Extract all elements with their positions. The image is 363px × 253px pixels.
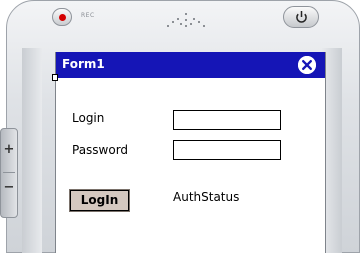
power-icon bbox=[296, 11, 307, 23]
record-button[interactable] bbox=[52, 8, 72, 26]
login-field[interactable] bbox=[173, 110, 281, 130]
volume-up-icon[interactable]: + bbox=[1, 143, 17, 157]
auth-status-label: AuthStatus bbox=[173, 190, 240, 204]
login-label: Login bbox=[72, 111, 105, 125]
window-title-bar: Form1 bbox=[56, 52, 325, 78]
volume-down-icon[interactable]: − bbox=[1, 181, 17, 195]
close-button[interactable] bbox=[298, 56, 316, 74]
close-icon bbox=[298, 56, 316, 74]
pocketpc-emulator: + − REC Form1 Login Password LogIn AuthS… bbox=[0, 0, 363, 253]
record-icon bbox=[59, 14, 66, 21]
speaker-grill-icon bbox=[167, 13, 205, 27]
form-resize-handle[interactable] bbox=[52, 74, 58, 81]
rocker-divider bbox=[3, 172, 15, 173]
password-field[interactable] bbox=[173, 140, 281, 160]
login-button[interactable]: LogIn bbox=[69, 189, 130, 212]
power-button[interactable] bbox=[283, 6, 319, 28]
rec-label: REC bbox=[81, 12, 95, 19]
password-label: Password bbox=[72, 143, 129, 157]
device-bezel-left bbox=[22, 48, 42, 253]
window-title: Form1 bbox=[62, 57, 105, 71]
volume-rocker[interactable]: + − bbox=[0, 128, 18, 218]
